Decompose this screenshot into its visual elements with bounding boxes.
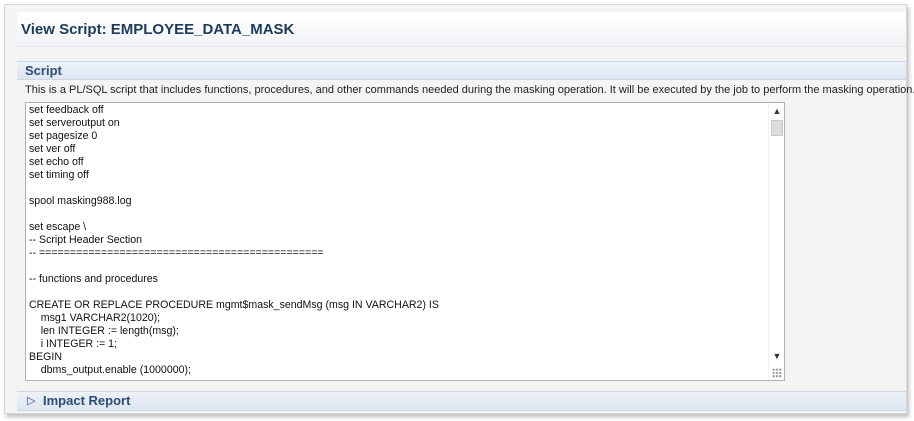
script-description: This is a PL/SQL script that includes fu… [25, 84, 914, 96]
impact-report-header[interactable]: ▷ Impact Report [17, 391, 906, 411]
script-section-header: Script [17, 61, 906, 80]
vertical-scrollbar[interactable]: ▲ ▼ [768, 103, 784, 380]
resize-grip-icon[interactable] [772, 368, 782, 378]
script-content[interactable]: set feedback off set serveroutput on set… [29, 104, 767, 377]
scroll-up-icon[interactable]: ▲ [771, 105, 783, 117]
impact-report-title[interactable]: Impact Report [43, 393, 130, 408]
page-title: View Script: EMPLOYEE_DATA_MASK [21, 21, 295, 38]
scroll-down-icon[interactable]: ▼ [771, 350, 783, 362]
script-textarea[interactable]: set feedback off set serveroutput on set… [25, 102, 785, 381]
scroll-thumb[interactable] [771, 120, 783, 136]
disclosure-triangle-icon[interactable]: ▷ [27, 394, 35, 407]
script-section-title: Script [25, 63, 62, 78]
page-frame: View Script: EMPLOYEE_DATA_MASK Script T… [4, 4, 914, 414]
page-header: View Script: EMPLOYEE_DATA_MASK [17, 12, 906, 47]
